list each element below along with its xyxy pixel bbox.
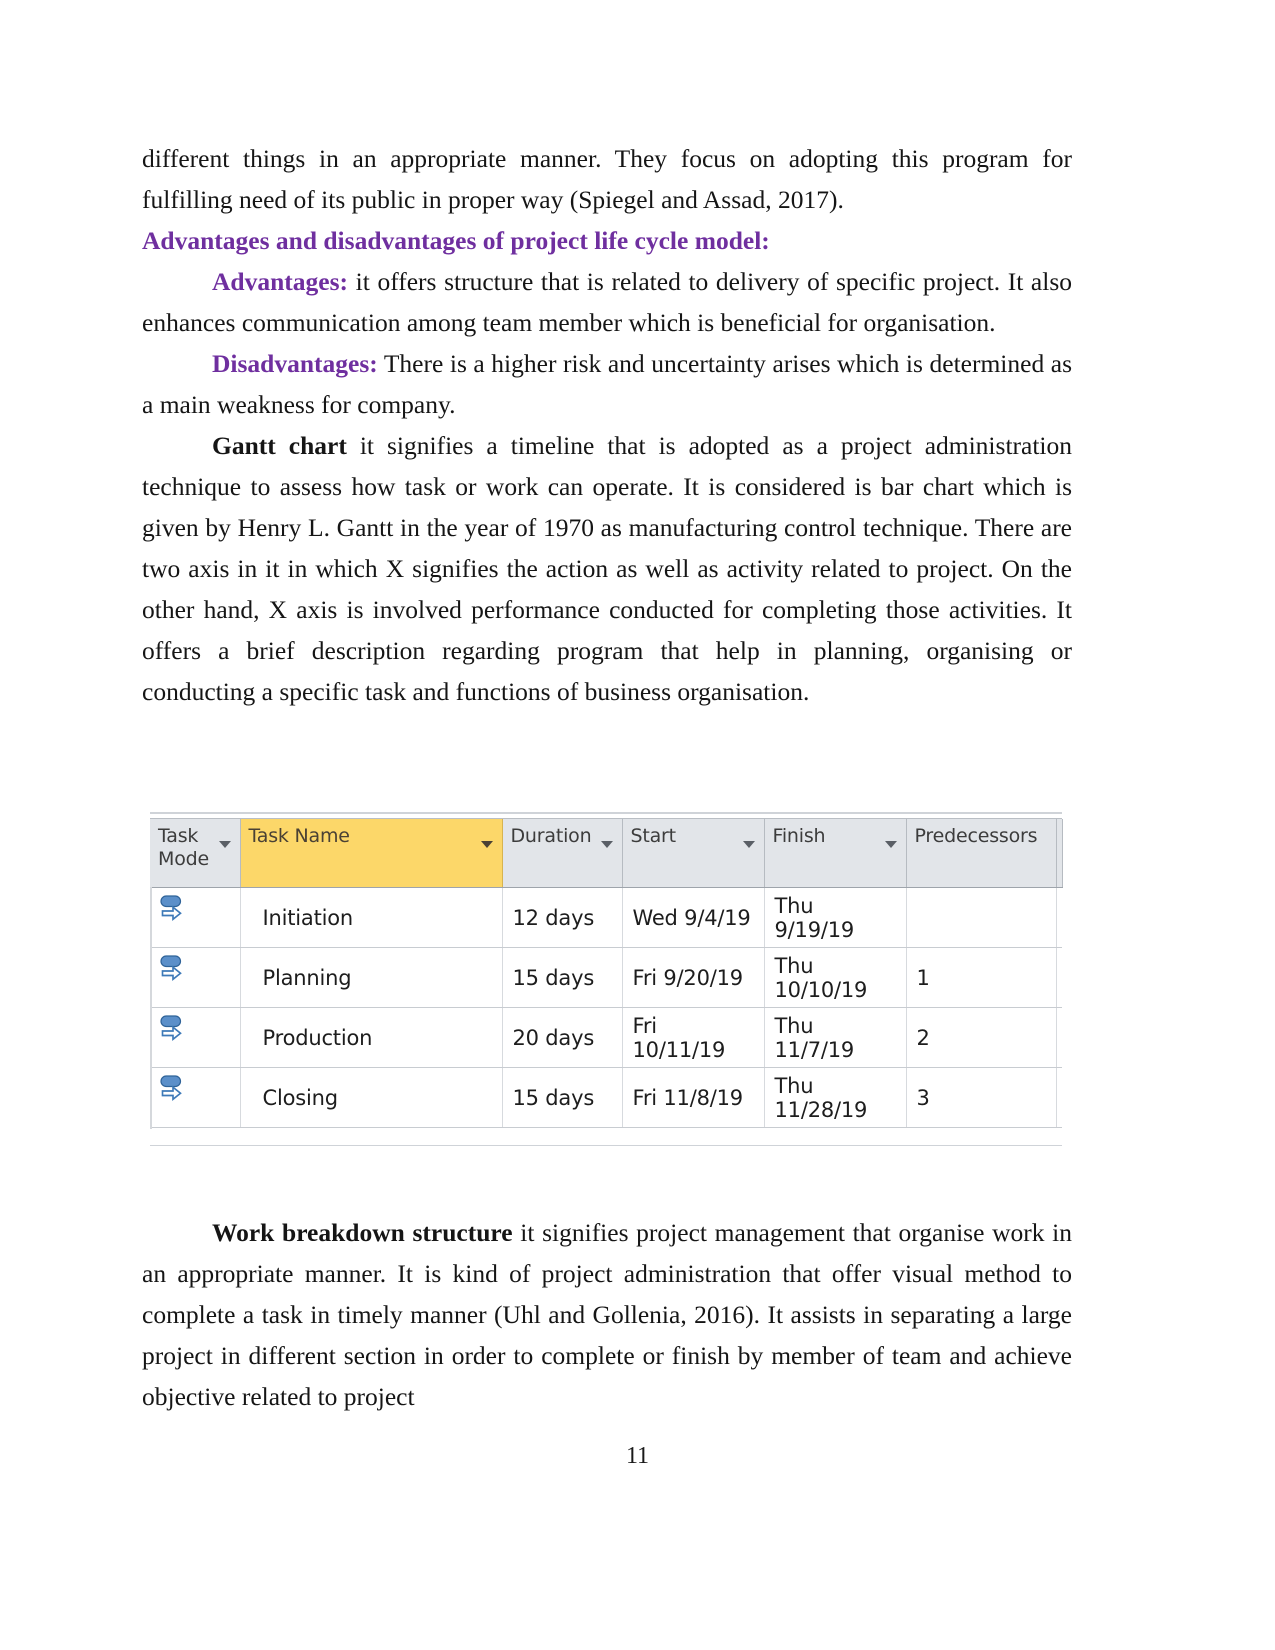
cell-finish[interactable]: Thu 9/19/19 <box>764 887 907 948</box>
chevron-down-icon[interactable] <box>480 841 493 848</box>
cell-task-mode[interactable] <box>150 1067 241 1128</box>
column-header-duration-label: Duration <box>510 825 592 847</box>
column-header-finish[interactable]: Finish <box>764 819 907 888</box>
cell-predecessors[interactable]: 1 <box>906 947 1057 1008</box>
column-header-finish-label: Finish <box>772 825 826 847</box>
cell-overflow <box>1056 887 1062 948</box>
chevron-down-icon[interactable] <box>600 841 613 848</box>
cell-predecessors[interactable]: 2 <box>906 1007 1057 1068</box>
column-header-start-label: Start <box>630 825 677 847</box>
column-header-task-name[interactable]: Task Name <box>240 819 503 888</box>
cell-duration[interactable]: 20 days <box>502 1007 623 1068</box>
cell-task-mode[interactable] <box>150 887 241 948</box>
manually-scheduled-icon <box>160 895 182 921</box>
cell-duration[interactable]: 12 days <box>502 887 623 948</box>
table-row[interactable]: Planning 15 days Fri 9/20/19 Thu 10/10/1… <box>150 947 1062 1008</box>
cell-task-name[interactable]: Production <box>240 1007 503 1068</box>
cell-start[interactable]: Wed 9/4/19 <box>622 887 765 948</box>
advantages-label: Advantages: <box>212 267 349 296</box>
table-row[interactable]: Production 20 days Fri 10/11/19 Thu 11/7… <box>150 1007 1062 1068</box>
cell-overflow <box>1056 947 1062 1008</box>
column-header-overflow <box>1056 819 1063 888</box>
table-top-rule <box>150 812 1062 819</box>
cell-finish[interactable]: Thu 10/10/19 <box>764 947 907 1008</box>
manually-scheduled-icon <box>160 955 182 981</box>
column-header-task-mode[interactable]: Task Mode <box>150 819 241 888</box>
document-page: different things in an appropriate manne… <box>0 0 1275 1650</box>
cell-task-mode[interactable] <box>150 947 241 1008</box>
project-schedule-table: Task Mode Task Name Duration Start Finis… <box>150 812 1063 1146</box>
cell-duration[interactable]: 15 days <box>502 947 623 1008</box>
cell-start[interactable]: Fri 11/8/19 <box>622 1067 765 1128</box>
disadvantages-label: Disadvantages: <box>212 349 378 378</box>
cell-start[interactable]: Fri 10/11/19 <box>622 1007 765 1068</box>
chevron-down-icon[interactable] <box>218 841 231 848</box>
task-table: Task Mode Task Name Duration Start Finis… <box>150 819 1063 1128</box>
column-header-duration[interactable]: Duration <box>502 819 623 888</box>
manually-scheduled-icon <box>160 1015 182 1041</box>
chevron-down-icon[interactable] <box>884 841 897 848</box>
paragraph-continuation: different things in an appropriate manne… <box>142 144 1072 214</box>
gantt-chart-text: it signifies a timeline that is adopted … <box>142 431 1073 706</box>
column-header-task-mode-label: Task Mode <box>158 825 209 870</box>
cell-predecessors[interactable]: 3 <box>906 1067 1057 1128</box>
cell-finish[interactable]: Thu 11/7/19 <box>764 1007 907 1068</box>
cell-finish[interactable]: Thu 11/28/19 <box>764 1067 907 1128</box>
wbs-label: Work breakdown structure <box>212 1218 513 1247</box>
page-number: 11 <box>625 1443 650 1469</box>
column-header-task-name-label: Task Name <box>248 825 351 847</box>
paragraph-advantages: Advantages: it offers structure that is … <box>142 261 1072 343</box>
table-header-row: Task Mode Task Name Duration Start Finis… <box>150 819 1063 888</box>
cell-duration[interactable]: 15 days <box>502 1067 623 1128</box>
column-header-predecessors[interactable]: Predecessors <box>906 819 1057 888</box>
cell-task-mode[interactable] <box>150 1007 241 1068</box>
manually-scheduled-icon <box>160 1075 182 1101</box>
cell-start[interactable]: Fri 9/20/19 <box>622 947 765 1008</box>
paragraph-work-breakdown-structure: Work breakdown structure it signifies pr… <box>142 1212 1072 1417</box>
cell-overflow <box>1056 1007 1062 1068</box>
column-header-start[interactable]: Start <box>622 819 765 888</box>
document-body-lower: Work breakdown structure it signifies pr… <box>142 1212 1072 1417</box>
paragraph-gantt-chart: Gantt chart it signifies a timeline that… <box>142 425 1072 712</box>
paragraph-disadvantages: Disadvantages: There is a higher risk an… <box>142 343 1072 425</box>
table-bottom-rule <box>150 1128 1062 1146</box>
chevron-down-icon[interactable] <box>742 841 755 848</box>
document-body: different things in an appropriate manne… <box>142 138 1072 712</box>
gantt-chart-label: Gantt chart <box>212 431 347 460</box>
column-header-predecessors-label: Predecessors <box>914 825 1038 847</box>
table-row[interactable]: Closing 15 days Fri 11/8/19 Thu 11/28/19… <box>150 1067 1062 1128</box>
cell-task-name[interactable]: Closing <box>240 1067 503 1128</box>
cell-task-name[interactable]: Initiation <box>240 887 503 948</box>
heading-advantages-disadvantages: Advantages and disadvantages of project … <box>142 226 770 255</box>
cell-overflow <box>1056 1067 1062 1128</box>
table-row[interactable]: Initiation 12 days Wed 9/4/19 Thu 9/19/1… <box>150 887 1062 948</box>
cell-predecessors[interactable] <box>906 887 1057 948</box>
cell-task-name[interactable]: Planning <box>240 947 503 1008</box>
